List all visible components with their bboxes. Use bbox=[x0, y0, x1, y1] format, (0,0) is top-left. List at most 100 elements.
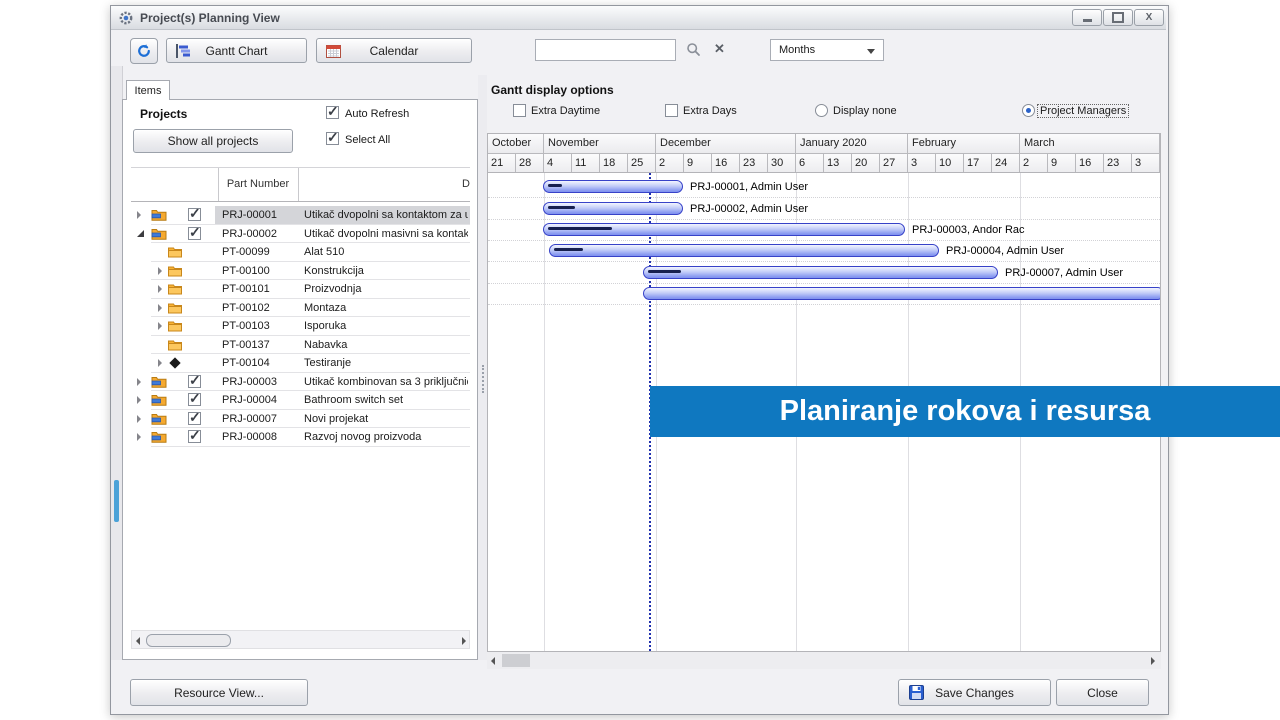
tree-row[interactable]: PRJ-00002Utikač dvopolni masivni sa kont… bbox=[131, 225, 470, 244]
expand-arrow-icon[interactable] bbox=[158, 304, 162, 312]
gantt-bar[interactable] bbox=[643, 287, 1161, 300]
extra-daytime-label: Extra Daytime bbox=[531, 105, 600, 117]
timeline-months: OctoberNovemberDecemberJanuary 2020Febru… bbox=[488, 134, 1160, 154]
calendar-button[interactable]: Calendar bbox=[316, 38, 472, 63]
tree-row[interactable]: PT-00100Konstrukcija bbox=[131, 262, 470, 281]
panel-splitter[interactable] bbox=[478, 75, 487, 660]
row-checkbox[interactable] bbox=[188, 227, 201, 240]
collapse-arrow-icon[interactable] bbox=[137, 230, 144, 237]
minimize-button[interactable] bbox=[1072, 9, 1102, 26]
timeline-week-cell: 2 bbox=[1020, 154, 1048, 173]
projects-horizontal-scrollbar[interactable] bbox=[131, 630, 470, 649]
clear-search-icon[interactable]: ✕ bbox=[714, 41, 725, 57]
timeline-week-cell: 17 bbox=[964, 154, 992, 173]
progress-strip bbox=[554, 248, 583, 251]
timeline-month-cell: January 2020 bbox=[796, 134, 908, 154]
timeline-week-cell: 24 bbox=[992, 154, 1020, 173]
show-all-projects-button[interactable]: Show all projects bbox=[133, 129, 293, 153]
scroll-right-icon[interactable] bbox=[462, 637, 466, 645]
gantt-bar[interactable] bbox=[549, 244, 939, 257]
row-separator-line bbox=[488, 283, 1160, 284]
close-dialog-button[interactable]: Close bbox=[1056, 679, 1149, 706]
gantt-horizontal-scrollbar[interactable] bbox=[487, 652, 1161, 669]
timeline-week-cell: 18 bbox=[600, 154, 628, 173]
tree-row[interactable]: PT-00104Testiranje bbox=[131, 354, 470, 373]
description-cell: Utikač kombinovan sa 3 priključnice bbox=[304, 376, 468, 388]
gantt-bar[interactable] bbox=[543, 202, 683, 215]
expand-arrow-icon[interactable] bbox=[137, 433, 141, 441]
scroll-thumb[interactable] bbox=[502, 654, 530, 667]
scroll-thumb[interactable] bbox=[146, 634, 231, 647]
timeline-week-cell: 30 bbox=[768, 154, 796, 173]
column-header-description[interactable]: D bbox=[462, 178, 470, 190]
auto-refresh-checkbox[interactable] bbox=[326, 106, 339, 119]
close-icon: X bbox=[1146, 13, 1153, 23]
row-checkbox[interactable] bbox=[188, 412, 201, 425]
tree-row[interactable]: PT-00102Montaza bbox=[131, 299, 470, 318]
part-number-cell: PRJ-00002 bbox=[222, 228, 302, 240]
expand-arrow-icon[interactable] bbox=[137, 415, 141, 423]
tree-row[interactable]: PT-00099Alat 510 bbox=[131, 243, 470, 262]
display-none-radio[interactable] bbox=[815, 104, 828, 117]
maximize-button[interactable] bbox=[1103, 9, 1133, 26]
description-cell: Alat 510 bbox=[304, 246, 468, 258]
tab-items[interactable]: Items bbox=[126, 80, 170, 100]
row-checkbox[interactable] bbox=[188, 375, 201, 388]
expand-arrow-icon[interactable] bbox=[158, 267, 162, 275]
calendar-icon bbox=[326, 44, 341, 61]
row-checkbox[interactable] bbox=[188, 208, 201, 221]
minimize-icon bbox=[1083, 19, 1092, 22]
project-icon bbox=[151, 412, 167, 425]
folder-icon bbox=[168, 301, 184, 314]
tree-row[interactable]: PRJ-00008Razvoj novog proizvoda bbox=[131, 428, 470, 447]
tree-row[interactable]: PRJ-00007Novi projekat bbox=[131, 410, 470, 429]
expand-arrow-icon[interactable] bbox=[137, 211, 141, 219]
timeline-week-cell: 3 bbox=[1132, 154, 1160, 173]
expand-arrow-icon[interactable] bbox=[158, 285, 162, 293]
tree-row[interactable]: PRJ-00001Utikač dvopolni sa kontaktom za… bbox=[131, 206, 470, 225]
scroll-left-icon[interactable] bbox=[136, 637, 140, 645]
description-cell: Konstrukcija bbox=[304, 265, 468, 277]
timeline-week-cell: 23 bbox=[1104, 154, 1132, 173]
search-input[interactable] bbox=[535, 39, 676, 61]
gantt-bar[interactable] bbox=[643, 266, 998, 279]
project-managers-radio[interactable] bbox=[1022, 104, 1035, 117]
row-checkbox[interactable] bbox=[188, 430, 201, 443]
save-changes-button[interactable]: Save Changes bbox=[898, 679, 1051, 706]
vertical-scroll-thumb[interactable] bbox=[114, 480, 119, 522]
expand-arrow-icon[interactable] bbox=[137, 378, 141, 386]
tree-row[interactable]: PT-00103Isporuka bbox=[131, 317, 470, 336]
part-number-cell: PT-00102 bbox=[222, 302, 302, 314]
tree-row[interactable]: PT-00101Proizvodnja bbox=[131, 280, 470, 299]
folder-icon bbox=[168, 338, 184, 351]
extra-days-checkbox[interactable] bbox=[665, 104, 678, 117]
tree-row[interactable]: PRJ-00004Bathroom switch set bbox=[131, 391, 470, 410]
expand-arrow-icon[interactable] bbox=[158, 322, 162, 330]
timeline-week-cell: 13 bbox=[824, 154, 852, 173]
description-cell: Proizvodnja bbox=[304, 283, 468, 295]
tree-row[interactable]: PRJ-00003Utikač kombinovan sa 3 priključ… bbox=[131, 373, 470, 392]
tree-row[interactable]: PT-00137Nabavka bbox=[131, 336, 470, 355]
column-header-part-number[interactable]: Part Number bbox=[218, 178, 298, 190]
gantt-bar[interactable] bbox=[543, 223, 905, 236]
search-icon[interactable] bbox=[686, 42, 701, 62]
timeline-week-cell: 16 bbox=[712, 154, 740, 173]
description-cell: Montaza bbox=[304, 302, 468, 314]
project-icon bbox=[151, 393, 167, 406]
extra-daytime-checkbox[interactable] bbox=[513, 104, 526, 117]
close-button[interactable]: X bbox=[1134, 9, 1164, 26]
refresh-button[interactable] bbox=[130, 38, 158, 64]
gantt-bar[interactable] bbox=[543, 180, 683, 193]
row-checkbox[interactable] bbox=[188, 393, 201, 406]
window-title: Project(s) Planning View bbox=[140, 11, 280, 25]
expand-arrow-icon[interactable] bbox=[137, 396, 141, 404]
expand-arrow-icon[interactable] bbox=[158, 359, 162, 367]
gantt-chart-button[interactable]: Gantt Chart bbox=[166, 38, 307, 63]
save-icon bbox=[909, 685, 924, 703]
scroll-left-icon[interactable] bbox=[491, 657, 495, 665]
resource-view-button[interactable]: Resource View... bbox=[130, 679, 308, 706]
gantt-bar-label: PRJ-00003, Andor Rac bbox=[912, 223, 1025, 236]
scale-dropdown[interactable]: Months bbox=[770, 39, 884, 61]
select-all-checkbox[interactable] bbox=[326, 132, 339, 145]
scroll-right-icon[interactable] bbox=[1151, 657, 1155, 665]
